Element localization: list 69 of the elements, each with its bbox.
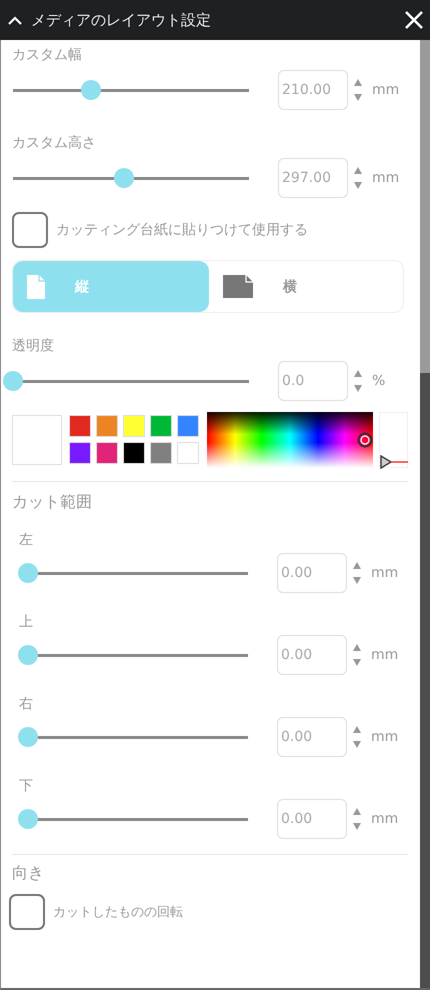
- color-swatch[interactable]: [123, 442, 145, 464]
- landscape-page-icon: [223, 275, 253, 298]
- color-swatch[interactable]: [69, 415, 91, 437]
- slider[interactable]: [18, 645, 248, 665]
- field-label: カスタム幅: [12, 46, 82, 65]
- spin-buttons[interactable]: [352, 724, 362, 750]
- number-field[interactable]: 210.00: [278, 70, 348, 110]
- field-label: 左: [19, 531, 33, 550]
- slider[interactable]: [18, 727, 248, 747]
- checkbox[interactable]: [9, 894, 45, 930]
- color-preview: [12, 415, 62, 465]
- spin-buttons[interactable]: [352, 642, 362, 668]
- brightness-slider[interactable]: [379, 412, 408, 468]
- collapse-icon[interactable]: [8, 16, 22, 24]
- color-swatch[interactable]: [150, 442, 172, 464]
- slider-handle[interactable]: [114, 168, 134, 188]
- color-swatch[interactable]: [123, 415, 145, 437]
- spin-buttons[interactable]: [352, 560, 362, 586]
- slider[interactable]: [3, 371, 249, 391]
- spin-buttons[interactable]: [352, 806, 362, 832]
- number-field[interactable]: 297.00: [278, 158, 348, 198]
- orientation-tab[interactable]: 縦: [13, 261, 209, 312]
- field-label: カスタム高さ: [12, 134, 96, 153]
- slider-handle[interactable]: [3, 371, 23, 391]
- unit-label: mm: [372, 82, 400, 98]
- close-icon[interactable]: [404, 10, 424, 30]
- spin-buttons[interactable]: [353, 368, 363, 394]
- color-swatch[interactable]: [96, 415, 118, 437]
- checkbox[interactable]: [12, 212, 48, 248]
- unit-label: mm: [371, 565, 398, 581]
- number-field[interactable]: 0.00: [277, 553, 347, 593]
- checkbox-label: カッティング台紙に貼りつけて使用する: [56, 221, 308, 239]
- color-spectrum[interactable]: [207, 412, 373, 468]
- slider-handle[interactable]: [18, 645, 38, 665]
- slider-handle[interactable]: [18, 727, 38, 747]
- slider-handle[interactable]: [18, 809, 38, 829]
- orientation-tab[interactable]: 横: [209, 261, 403, 312]
- portrait-page-icon: [27, 274, 45, 298]
- color-swatch[interactable]: [177, 442, 199, 464]
- slider-handle[interactable]: [18, 563, 38, 583]
- unit-label: %: [372, 373, 386, 389]
- color-swatch[interactable]: [150, 415, 172, 437]
- slider[interactable]: [18, 809, 248, 829]
- unit-label: mm: [371, 729, 398, 745]
- number-field[interactable]: 0.00: [277, 635, 347, 675]
- unit-label: mm: [371, 811, 398, 827]
- section-title: 向き: [12, 863, 44, 884]
- scrollbar[interactable]: [420, 40, 430, 988]
- triangle-handle[interactable]: [380, 455, 408, 469]
- number-field[interactable]: 0.0: [278, 361, 348, 401]
- number-field[interactable]: 0.00: [277, 799, 347, 839]
- window-title: メディアのレイアウト設定: [31, 10, 212, 30]
- spin-buttons[interactable]: [353, 165, 363, 191]
- section-title: カット範囲: [12, 492, 92, 513]
- field-label: 右: [19, 695, 33, 714]
- unit-label: mm: [372, 170, 400, 186]
- color-swatch[interactable]: [177, 415, 199, 437]
- spin-buttons[interactable]: [353, 77, 363, 103]
- color-swatch[interactable]: [69, 442, 91, 464]
- unit-label: mm: [371, 647, 398, 663]
- field-label: 上: [19, 613, 33, 632]
- color-swatch[interactable]: [96, 442, 118, 464]
- field-label: 下: [19, 777, 33, 796]
- checkbox-label: カットしたものの回転: [53, 904, 183, 921]
- field-label: 透明度: [12, 337, 54, 356]
- slider-handle[interactable]: [80, 80, 101, 100]
- picker-handle[interactable]: [357, 432, 373, 448]
- slider[interactable]: [18, 563, 248, 583]
- number-field[interactable]: 0.00: [277, 717, 347, 757]
